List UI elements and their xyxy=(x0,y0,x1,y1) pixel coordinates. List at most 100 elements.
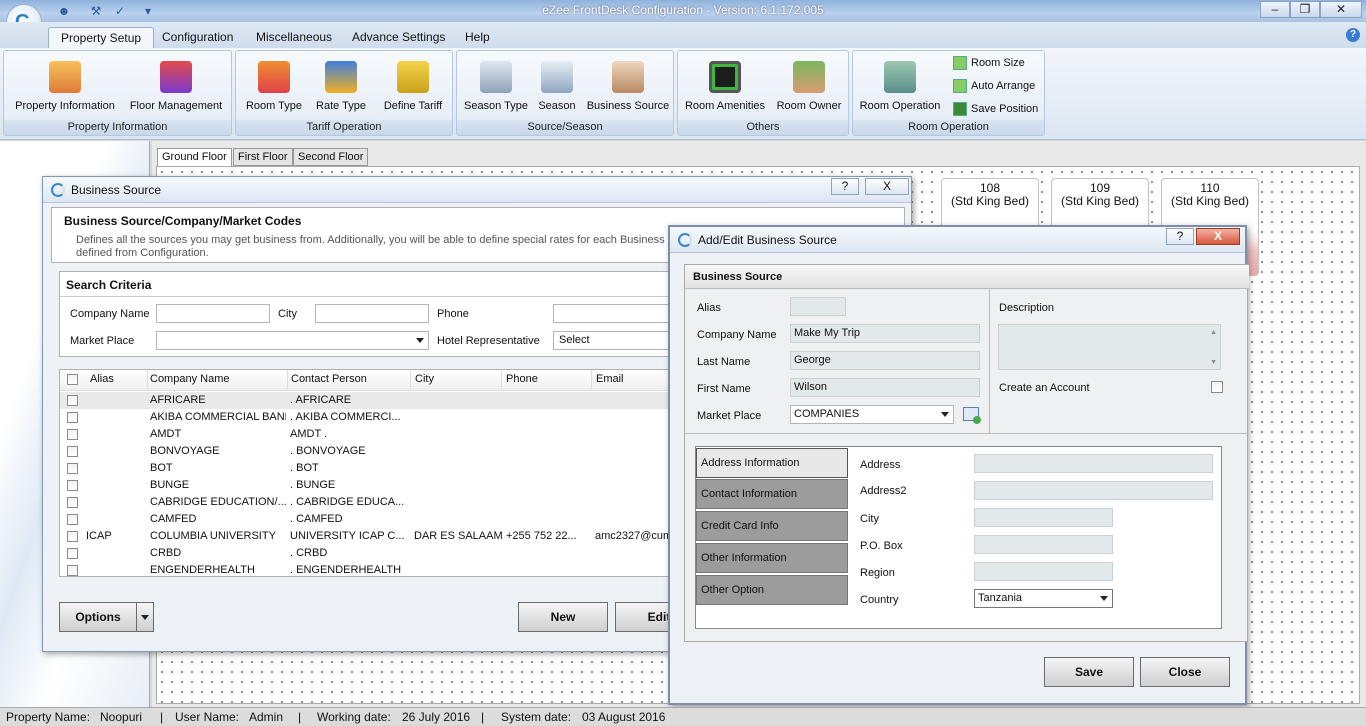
help-button[interactable]: ? xyxy=(831,178,859,195)
table-cell xyxy=(414,545,502,562)
section-title: Business Source xyxy=(693,271,783,283)
floor-management-button[interactable]: Floor Management xyxy=(126,61,226,112)
close-window-button[interactable]: ✕ xyxy=(1320,1,1362,18)
table-row[interactable]: ENGENDERHEALTH . ENGENDERHEALTH xyxy=(60,562,698,576)
region-input[interactable] xyxy=(974,562,1113,581)
add-market-place-icon[interactable] xyxy=(963,407,981,424)
table-row[interactable]: BUNGE . BUNGE xyxy=(60,477,698,494)
address2-input[interactable] xyxy=(974,481,1213,500)
scroll-down-icon[interactable]: ▼ xyxy=(1210,359,1217,366)
row-checkbox[interactable] xyxy=(67,412,78,423)
market-place-select[interactable] xyxy=(156,331,429,350)
city-input[interactable] xyxy=(315,304,429,323)
table-row[interactable]: AKIBA COMMERCIAL BANK . AKIBA COMMERCI... xyxy=(60,409,698,426)
room-type-button[interactable]: Room Type xyxy=(242,61,306,112)
row-checkbox[interactable] xyxy=(67,429,78,440)
property-information-button[interactable]: Property Information xyxy=(10,61,120,112)
tab-other-information[interactable]: Other Information xyxy=(696,543,848,573)
last-name-input[interactable]: George xyxy=(790,351,980,370)
table-row[interactable]: CABRIDGE EDUCATION/... . CABRIDGE EDUCA..… xyxy=(60,494,698,511)
company-name-input[interactable] xyxy=(156,304,270,323)
column-header[interactable]: Phone xyxy=(502,370,592,389)
tab-help[interactable]: Help xyxy=(453,27,502,48)
row-checkbox[interactable] xyxy=(67,395,78,406)
tab-property-setup[interactable]: Property Setup xyxy=(48,27,155,48)
row-checkbox[interactable] xyxy=(67,497,78,508)
weather-add-icon xyxy=(480,61,512,93)
table-row[interactable]: CRBD . CRBD xyxy=(60,545,698,562)
table-cell: . CAMFED xyxy=(290,513,343,525)
tab-ground-floor[interactable]: Ground Floor xyxy=(157,148,232,167)
table-row[interactable]: AFRICARE . AFRICARE xyxy=(60,392,698,409)
market-place-select[interactable]: COMPANIES xyxy=(790,405,954,424)
row-checkbox[interactable] xyxy=(67,531,78,542)
save-button[interactable]: Save xyxy=(1044,657,1134,687)
address-input[interactable] xyxy=(974,454,1213,473)
column-header[interactable]: City xyxy=(411,370,502,389)
description-label: Description xyxy=(999,302,1055,314)
table-row[interactable]: BOT . BOT xyxy=(60,460,698,477)
spellcheck-icon[interactable]: ✓ xyxy=(112,3,128,19)
season-button[interactable]: Season xyxy=(535,61,579,112)
create-account-checkbox[interactable] xyxy=(1211,381,1223,393)
table-row[interactable]: CAMFED . CAMFED xyxy=(60,511,698,528)
tab-configuration[interactable]: Configuration xyxy=(150,27,245,48)
company-name-input[interactable]: Make My Trip xyxy=(790,324,980,343)
column-header[interactable]: Company Name xyxy=(146,370,288,389)
room-operation-button[interactable]: Room Operation xyxy=(857,61,943,112)
group-tariff-operation: Room Type Rate Type Define Tariff Tariff… xyxy=(235,50,453,136)
new-button[interactable]: New xyxy=(518,602,608,632)
close-button[interactable]: X xyxy=(1196,228,1240,245)
country-select[interactable]: Tanzania xyxy=(974,589,1113,608)
group-label: Others xyxy=(678,120,848,135)
row-checkbox[interactable] xyxy=(67,463,78,474)
table-row[interactable]: ICAP COLUMBIA UNIVERSITY UNIVERSITY ICAP C… xyxy=(60,528,698,545)
season-type-button[interactable]: Season Type xyxy=(461,61,531,112)
room-amenities-button[interactable]: Room Amenities xyxy=(682,61,768,112)
tab-advance-settings[interactable]: Advance Settings xyxy=(340,27,457,48)
user-icon[interactable]: ☻ xyxy=(56,3,72,19)
help-icon[interactable]: ? xyxy=(1346,28,1360,42)
chevron-down-icon xyxy=(941,412,949,417)
tools-icon[interactable]: ⚒ xyxy=(88,3,104,19)
city-input[interactable] xyxy=(974,508,1113,527)
table-row[interactable]: AMDT AMDT . xyxy=(60,426,698,443)
tab-other-option[interactable]: Other Option xyxy=(696,575,848,605)
tab-contact-information[interactable]: Contact Information xyxy=(696,479,848,509)
scroll-up-icon[interactable]: ▲ xyxy=(1210,329,1217,336)
options-button[interactable]: Options xyxy=(59,602,137,632)
table-row[interactable]: BONVOYAGE . BONVOYAGE xyxy=(60,443,698,460)
tab-first-floor[interactable]: First Floor xyxy=(233,148,293,166)
column-header[interactable]: Contact Person xyxy=(287,370,411,389)
alias-input[interactable] xyxy=(790,297,846,316)
tab-miscellaneous[interactable]: Miscellaneous xyxy=(244,27,344,48)
row-checkbox[interactable] xyxy=(67,565,78,576)
po-box-input[interactable] xyxy=(974,535,1113,554)
options-dropdown-button[interactable] xyxy=(136,602,154,632)
tab-address-information[interactable]: Address Information xyxy=(696,448,848,478)
tab-credit-card-info[interactable]: Credit Card Info xyxy=(696,511,848,541)
column-header[interactable]: Alias xyxy=(86,370,148,389)
room-owner-button[interactable]: Room Owner xyxy=(772,61,846,112)
description-textarea[interactable]: ▲ ▼ xyxy=(998,324,1221,370)
first-name-input[interactable]: Wilson xyxy=(790,378,980,397)
minimize-button[interactable]: – xyxy=(1260,1,1290,18)
close-button[interactable]: X xyxy=(865,178,909,195)
row-checkbox[interactable] xyxy=(67,548,78,559)
row-checkbox[interactable] xyxy=(67,480,78,491)
maximize-button[interactable]: ❐ xyxy=(1290,1,1320,18)
room-size-button[interactable]: Room Size xyxy=(953,54,1025,72)
rate-type-button[interactable]: Rate Type xyxy=(310,61,372,112)
row-checkbox[interactable] xyxy=(67,446,78,457)
tab-second-floor[interactable]: Second Floor xyxy=(293,148,369,166)
help-button[interactable]: ? xyxy=(1166,228,1194,245)
save-position-button[interactable]: Save Position xyxy=(953,100,1038,118)
close-dialog-button[interactable]: Close xyxy=(1140,657,1230,687)
business-source-button[interactable]: Business Source xyxy=(585,61,671,112)
auto-arrange-button[interactable]: Auto Arrange xyxy=(953,77,1035,95)
define-tariff-button[interactable]: Define Tariff xyxy=(376,61,450,112)
table-cell: CABRIDGE EDUCATION/... xyxy=(150,496,286,508)
select-all-checkbox[interactable] xyxy=(67,374,78,385)
row-checkbox[interactable] xyxy=(67,514,78,525)
dropdown-icon[interactable]: ▾ xyxy=(140,3,156,19)
